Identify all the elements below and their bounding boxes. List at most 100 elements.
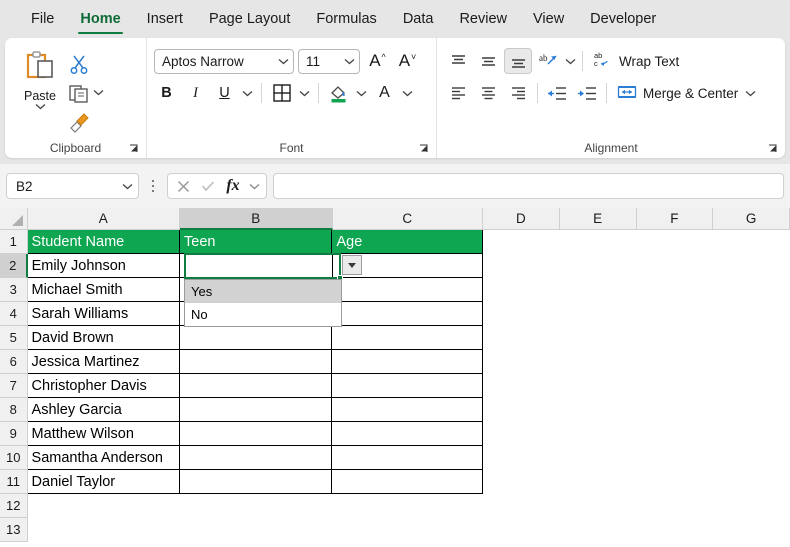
column-header-e[interactable]: E [559,208,637,230]
cell-b12[interactable] [180,494,332,518]
tab-home[interactable]: Home [67,7,133,36]
cell-g10[interactable] [713,446,790,470]
row-header-11[interactable]: 11 [0,470,28,494]
cell-g2[interactable] [713,254,790,278]
row-header-1[interactable]: 1 [0,230,28,254]
row-header-13[interactable]: 13 [0,518,28,542]
merge-center-button[interactable]: Merge & Center [612,80,762,106]
cell-b10[interactable] [180,446,333,470]
cell-e9[interactable] [560,422,637,446]
cell-b7[interactable] [180,374,333,398]
increase-indent-icon[interactable] [573,80,601,106]
font-color-chevron-down-icon[interactable] [401,90,414,97]
cell-a13[interactable] [28,518,180,542]
cell-e1[interactable] [560,230,637,254]
cell-c12[interactable] [332,494,483,518]
cell-e6[interactable] [560,350,637,374]
font-color-icon[interactable]: A [372,80,397,106]
row-header-5[interactable]: 5 [0,326,28,350]
clipboard-dialog-launcher-icon[interactable] [128,143,140,155]
cell-g12[interactable] [713,494,790,518]
cell-d4[interactable] [483,302,560,326]
column-header-b[interactable]: B [180,208,333,230]
cell-a4[interactable]: Sarah Williams [27,302,181,326]
paste-button[interactable]: Paste [12,46,68,110]
tab-developer[interactable]: Developer [577,7,669,36]
row-header-10[interactable]: 10 [0,446,28,470]
cell-f3[interactable] [636,278,713,302]
chevron-down-icon[interactable] [34,103,47,110]
cell-a10[interactable]: Samantha Anderson [27,446,181,470]
cell-b11[interactable] [180,470,333,494]
formula-chevron-down-icon[interactable] [248,183,261,190]
cell-c9[interactable] [332,422,483,446]
row-header-3[interactable]: 3 [0,278,28,302]
row-header-4[interactable]: 4 [0,302,28,326]
cell-f1[interactable] [636,230,713,254]
row-header-7[interactable]: 7 [0,374,28,398]
cell-e11[interactable] [560,470,637,494]
orientation-icon[interactable]: ab [534,48,562,74]
cell-c10[interactable] [332,446,483,470]
wrap-text-button[interactable]: ab c Wrap Text [588,48,684,74]
name-box-chevron-down-icon[interactable] [121,183,134,190]
formula-input[interactable] [273,173,784,199]
cell-c8[interactable] [332,398,483,422]
cell-d9[interactable] [483,422,560,446]
font-size-combo[interactable]: 11 [298,48,360,74]
align-top-icon[interactable] [444,48,472,74]
cell-a1[interactable]: Student Name [27,230,181,254]
orientation-chevron-down-icon[interactable] [564,58,577,65]
cell-e13[interactable] [560,518,637,542]
decrease-indent-icon[interactable] [543,80,571,106]
cell-g6[interactable] [713,350,790,374]
increase-font-size-icon[interactable]: A ^ [364,48,390,74]
select-all-corner[interactable] [0,208,28,230]
formula-bar-more-icon[interactable] [145,179,161,193]
cell-d11[interactable] [483,470,560,494]
cell-c11[interactable] [332,470,483,494]
tab-file[interactable]: File [18,7,67,36]
align-bottom-icon[interactable] [504,48,532,74]
cell-e7[interactable] [560,374,637,398]
cell-a9[interactable]: Matthew Wilson [27,422,181,446]
cell-d13[interactable] [483,518,560,542]
row-header-9[interactable]: 9 [0,422,28,446]
cell-f11[interactable] [636,470,713,494]
cell-f10[interactable] [636,446,713,470]
cell-a5[interactable]: David Brown [27,326,181,350]
cell-g4[interactable] [713,302,790,326]
row-header-12[interactable]: 12 [0,494,28,518]
bold-button[interactable]: B [154,80,179,106]
merge-center-chevron-down-icon[interactable] [744,90,757,97]
cell-f2[interactable] [637,254,714,278]
tab-review[interactable]: Review [446,7,520,36]
copy-icon[interactable] [68,82,90,104]
align-middle-icon[interactable] [474,48,502,74]
cell-g9[interactable] [713,422,790,446]
cell-b1[interactable]: Teen [180,230,333,254]
tab-data[interactable]: Data [390,7,447,36]
cell-b5[interactable] [180,326,333,350]
cell-a3[interactable]: Michael Smith [27,278,181,302]
insert-function-icon[interactable]: fx [223,177,243,195]
cell-f6[interactable] [636,350,713,374]
cell-e3[interactable] [560,278,637,302]
cell-f12[interactable] [636,494,713,518]
font-dialog-launcher-icon[interactable] [418,143,430,155]
decrease-font-size-icon[interactable]: A ˅ [394,48,420,74]
alignment-dialog-launcher-icon[interactable] [767,143,779,155]
cell-d2[interactable] [483,254,560,278]
dropdown-item-yes[interactable]: Yes [185,280,341,303]
align-left-icon[interactable] [444,80,472,106]
column-header-g[interactable]: G [713,208,790,230]
cell-c6[interactable] [332,350,483,374]
cell-a7[interactable]: Christopher Davis [27,374,181,398]
cell-c4[interactable] [332,302,483,326]
column-header-c[interactable]: C [332,208,484,230]
cell-c3[interactable] [332,278,483,302]
cell-a6[interactable]: Jessica Martinez [27,350,181,374]
cell-b9[interactable] [180,422,333,446]
row-header-6[interactable]: 6 [0,350,28,374]
cell-d6[interactable] [483,350,560,374]
